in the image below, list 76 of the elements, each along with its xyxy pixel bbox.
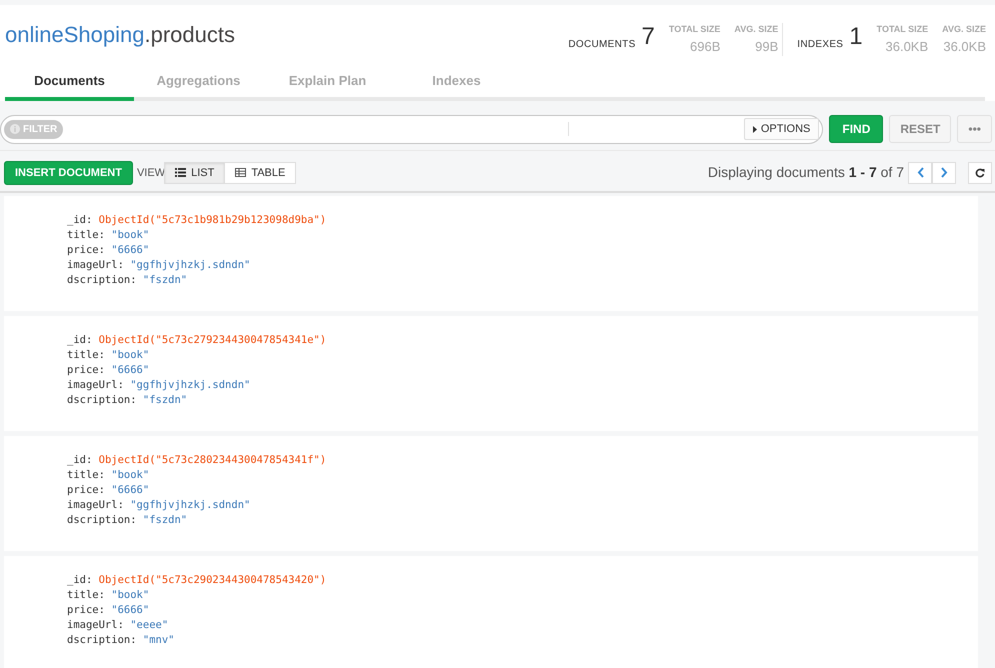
field-key: price: — [67, 604, 105, 616]
field-value: "6666" — [111, 484, 150, 496]
field-key: imageUrl: — [67, 499, 124, 511]
documents-count: 7 — [642, 25, 655, 49]
find-button[interactable]: FIND — [829, 115, 884, 143]
insert-document-button[interactable]: INSERT DOCUMENT — [4, 160, 133, 185]
size-value: 696B — [689, 38, 720, 56]
field-value: ObjectId("5c73c2902344300478543420") — [98, 574, 326, 586]
table-view-button[interactable]: TABLE — [224, 162, 296, 184]
field-key: _id: — [67, 334, 92, 346]
previous-page-button[interactable] — [908, 162, 932, 184]
field-value: "ggfhjvjhzkj.sdndn" — [130, 259, 250, 271]
chevron-left-icon — [916, 167, 924, 178]
field-value: "eeee" — [130, 619, 168, 631]
options-button[interactable]: OPTIONS — [744, 118, 820, 140]
size-label: TOTAL SIZE — [876, 23, 928, 36]
field-value: ObjectId("5c73c280234430047854341f") — [98, 454, 326, 466]
field-key: dscription: — [67, 394, 137, 406]
documents-label: DOCUMENTS — [568, 38, 636, 52]
view-label: VIEW — [136, 166, 166, 180]
field-key: title: — [67, 349, 105, 361]
list-view-button[interactable]: LIST — [164, 162, 226, 184]
tab[interactable]: Explain Plan — [263, 64, 392, 100]
field-value: "6666" — [111, 604, 150, 616]
paging-text: Displaying documents 1 - 7 of 7 — [708, 163, 904, 182]
field-value: "mnv" — [142, 634, 174, 646]
field-value: "ggfhjvjhzkj.sdndn" — [130, 499, 250, 511]
table-icon — [235, 168, 246, 178]
info-icon — [10, 124, 20, 134]
field-key: price: — [67, 364, 105, 376]
size-value: 99B — [754, 38, 778, 56]
list-icon — [175, 168, 186, 178]
caret-icon — [752, 126, 757, 132]
field-value: "6666" — [111, 244, 150, 256]
collection-title: onlineShoping.products — [5, 23, 235, 48]
size-value: 36.0KB — [942, 38, 986, 56]
field-value: "6666" — [111, 364, 150, 376]
more-button[interactable]: ••• — [957, 115, 992, 143]
tab[interactable]: Indexes — [392, 64, 521, 100]
indexes-count: 1 — [849, 25, 863, 49]
size-value: 36.0KB — [884, 38, 928, 56]
field-value: "fszdn" — [142, 274, 188, 286]
field-key: dscription: — [67, 514, 137, 526]
refresh-icon — [975, 168, 985, 178]
field-key: dscription: — [67, 634, 137, 646]
field-key: _id: — [67, 574, 92, 586]
field-key: _id: — [67, 454, 92, 466]
field-key: title: — [67, 589, 105, 601]
tab[interactable]: Aggregations — [134, 64, 263, 100]
field-key: price: — [67, 484, 105, 496]
field-key: title: — [67, 229, 105, 241]
chevron-right-icon — [940, 167, 948, 178]
size-label: AVG. SIZE — [734, 23, 778, 36]
field-value: "book" — [111, 589, 150, 601]
field-value: ObjectId("5c73c1b981b29b123098d9ba") — [98, 214, 326, 226]
next-page-button[interactable] — [932, 162, 956, 184]
field-value: "book" — [111, 349, 150, 361]
field-value: "book" — [111, 229, 150, 241]
tab[interactable]: Documents — [5, 64, 134, 100]
size-label: TOTAL SIZE — [668, 23, 720, 36]
field-key: price: — [67, 244, 105, 256]
indexes-label: INDEXES — [797, 38, 844, 52]
refresh-button[interactable] — [968, 162, 992, 184]
reset-button[interactable]: RESET — [889, 115, 952, 143]
field-key: imageUrl: — [67, 259, 124, 271]
field-value: ObjectId("5c73c279234430047854341e") — [98, 334, 326, 346]
field-key: imageUrl: — [67, 619, 124, 631]
field-value: "fszdn" — [142, 394, 188, 406]
field-value: "fszdn" — [142, 514, 188, 526]
field-key: imageUrl: — [67, 379, 124, 391]
field-value: "book" — [111, 469, 150, 481]
size-label: AVG. SIZE — [942, 23, 986, 36]
field-key: _id: — [67, 214, 92, 226]
field-key: dscription: — [67, 274, 137, 286]
field-value: "ggfhjvjhzkj.sdndn" — [130, 379, 250, 391]
field-key: title: — [67, 469, 105, 481]
